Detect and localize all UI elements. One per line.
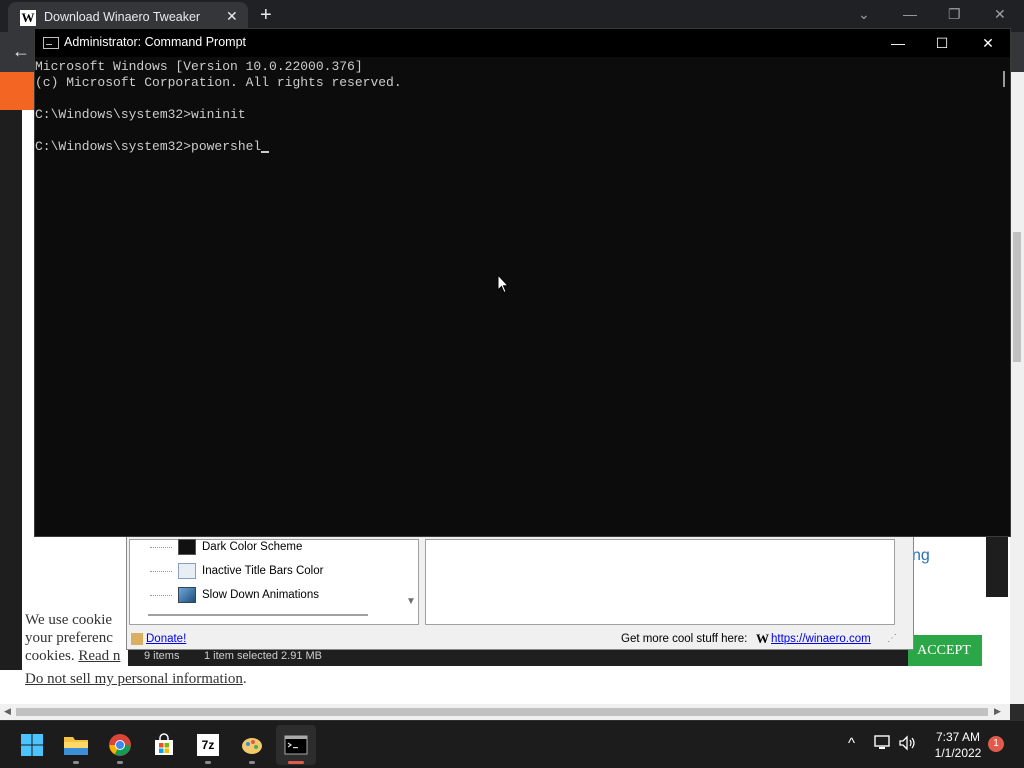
store-icon bbox=[155, 733, 173, 755]
cmd-maximize-button[interactable]: ☐ bbox=[922, 32, 962, 54]
tree-item-dark-color-scheme[interactable]: Dark Color Scheme bbox=[150, 537, 302, 557]
back-arrow-icon[interactable]: ← bbox=[12, 41, 30, 62]
taskbar: 7z ^ 7:37 AM 1/1/2022 bbox=[0, 720, 1024, 768]
do-not-sell-period: . bbox=[242, 671, 247, 687]
tab-title: Download Winaero Tweaker bbox=[44, 10, 201, 24]
winaero-logo-icon: W bbox=[756, 631, 769, 646]
page-horizontal-scroll-thumb[interactable] bbox=[16, 708, 988, 716]
folder-icon bbox=[64, 737, 88, 755]
7zip-button[interactable]: 7z bbox=[188, 725, 228, 765]
tree-horizontal-scrollbar[interactable] bbox=[148, 614, 368, 616]
mouse-pointer-icon bbox=[497, 274, 509, 294]
browser-close-button[interactable]: ✕ bbox=[994, 6, 1006, 23]
tweaker-status-bar: Donate! Get more cool stuff here: W http… bbox=[127, 631, 913, 649]
donate-icon bbox=[131, 633, 143, 645]
scroll-left-arrow-icon[interactable]: ◀ bbox=[4, 706, 11, 717]
cmd-title-bar[interactable]: Administrator: Command Prompt — ☐ ✕ bbox=[35, 29, 1010, 57]
tweaker-detail-pane bbox=[425, 539, 895, 625]
cmd-icon bbox=[284, 735, 308, 755]
file-explorer-button[interactable] bbox=[56, 725, 96, 765]
winaero-link[interactable]: https://winaero.com bbox=[771, 633, 871, 645]
get-more-label: Get more cool stuff here: bbox=[621, 633, 748, 645]
page-horizontal-scrollbar[interactable]: ◀ ▶ bbox=[0, 704, 1010, 720]
cookie-text-line-3: cookies. Read n bbox=[25, 648, 120, 665]
notification-badge[interactable]: 1 bbox=[988, 736, 1004, 752]
console-line: Microsoft Windows [Version 10.0.22000.37… bbox=[35, 59, 363, 74]
7zip-icon: 7z bbox=[197, 734, 219, 756]
tweaker-tree-pane[interactable]: Dark Color Scheme Inactive Title Bars Co… bbox=[129, 539, 419, 625]
chrome-icon bbox=[109, 734, 131, 756]
tab-close-icon[interactable]: ✕ bbox=[226, 8, 238, 25]
cmd-console[interactable]: Microsoft Windows [Version 10.0.22000.37… bbox=[35, 57, 1002, 536]
read-more-link[interactable]: Read n bbox=[78, 648, 120, 664]
site-header-accent bbox=[0, 72, 36, 110]
page-vertical-scroll-thumb[interactable] bbox=[1013, 232, 1021, 362]
partial-heading: ng bbox=[912, 547, 930, 564]
tree-item-inactive-title-bars-color[interactable]: Inactive Title Bars Color bbox=[150, 561, 323, 581]
items-count: 9 items bbox=[144, 650, 180, 662]
scroll-right-arrow-icon[interactable]: ▶ bbox=[994, 706, 1001, 717]
command-prompt-taskbar-button[interactable] bbox=[276, 725, 316, 765]
page-dark-side bbox=[0, 110, 22, 670]
tree-item-slow-down-animations[interactable]: Slow Down Animations bbox=[150, 585, 319, 605]
microsoft-store-button[interactable] bbox=[144, 725, 184, 765]
console-line: C:\Windows\system32>wininit bbox=[35, 107, 246, 122]
paint-button[interactable] bbox=[232, 725, 272, 765]
cmd-icon bbox=[43, 37, 59, 49]
page-dark-block bbox=[986, 537, 1008, 597]
network-icon[interactable] bbox=[874, 735, 892, 755]
new-tab-button[interactable]: + bbox=[260, 5, 272, 25]
explorer-status-bar: 9 items 1 item selected 2.91 MB bbox=[128, 650, 908, 666]
browser-minimize-button[interactable]: — bbox=[903, 6, 917, 22]
tree-item-label: Dark Color Scheme bbox=[202, 541, 303, 553]
monitor-icon bbox=[178, 587, 196, 603]
tray-overflow-chevron-icon[interactable]: ^ bbox=[848, 735, 855, 752]
dark-square-icon bbox=[178, 539, 196, 555]
cmd-minimize-button[interactable]: — bbox=[878, 32, 918, 54]
do-not-sell-link[interactable]: Do not sell my personal information bbox=[25, 671, 243, 687]
windows-logo-icon bbox=[21, 734, 43, 756]
start-button[interactable] bbox=[12, 725, 52, 765]
cookie-text-prefix: cookies. bbox=[25, 648, 79, 664]
resize-grip-icon[interactable]: ⋰ bbox=[887, 633, 897, 644]
cmd-scroll-thumb[interactable] bbox=[1003, 71, 1005, 87]
console-input-line[interactable]: C:\Windows\system32>powershel bbox=[35, 139, 1002, 155]
chrome-button[interactable] bbox=[100, 725, 140, 765]
console-line: (c) Microsoft Corporation. All rights re… bbox=[35, 75, 402, 90]
system-clock[interactable]: 7:37 AM 1/1/2022 bbox=[928, 729, 988, 761]
tab-search-chevron-icon[interactable]: ⌄ bbox=[858, 6, 870, 23]
do-not-sell-line: Do not sell my personal information. bbox=[25, 671, 247, 688]
volume-icon[interactable] bbox=[898, 735, 916, 755]
cookie-text-line-2: your preferenc bbox=[25, 630, 113, 646]
command-prompt-window: Administrator: Command Prompt — ☐ ✕ Micr… bbox=[34, 28, 1011, 537]
selection-info: 1 item selected 2.91 MB bbox=[204, 650, 323, 662]
page-vertical-scrollbar[interactable] bbox=[1010, 72, 1024, 704]
tree-item-label: Inactive Title Bars Color bbox=[202, 565, 324, 577]
browser-restore-button[interactable]: ❐ bbox=[948, 6, 961, 23]
cmd-scrollbar[interactable] bbox=[1002, 57, 1010, 536]
winaero-favicon-icon: W bbox=[20, 10, 36, 26]
window-icon bbox=[178, 563, 196, 579]
winaero-tweaker-window: Dark Color Scheme Inactive Title Bars Co… bbox=[126, 536, 914, 650]
cmd-window-title: Administrator: Command Prompt bbox=[64, 35, 247, 49]
donate-link[interactable]: Donate! bbox=[146, 633, 186, 645]
console-input-text: C:\Windows\system32>powershel bbox=[35, 139, 262, 154]
cookie-text-line-1: We use cookie bbox=[25, 612, 113, 628]
tree-scroll-down-icon[interactable]: ▼ bbox=[406, 596, 416, 607]
text-cursor bbox=[261, 151, 270, 153]
clock-time: 7:37 AM bbox=[935, 730, 981, 744]
cmd-close-button[interactable]: ✕ bbox=[968, 32, 1008, 54]
clock-date: 1/1/2022 bbox=[934, 746, 982, 760]
paint-icon bbox=[242, 738, 262, 754]
tree-item-label: Slow Down Animations bbox=[202, 589, 319, 601]
accept-cookies-button[interactable]: ACCEPT bbox=[906, 635, 982, 666]
